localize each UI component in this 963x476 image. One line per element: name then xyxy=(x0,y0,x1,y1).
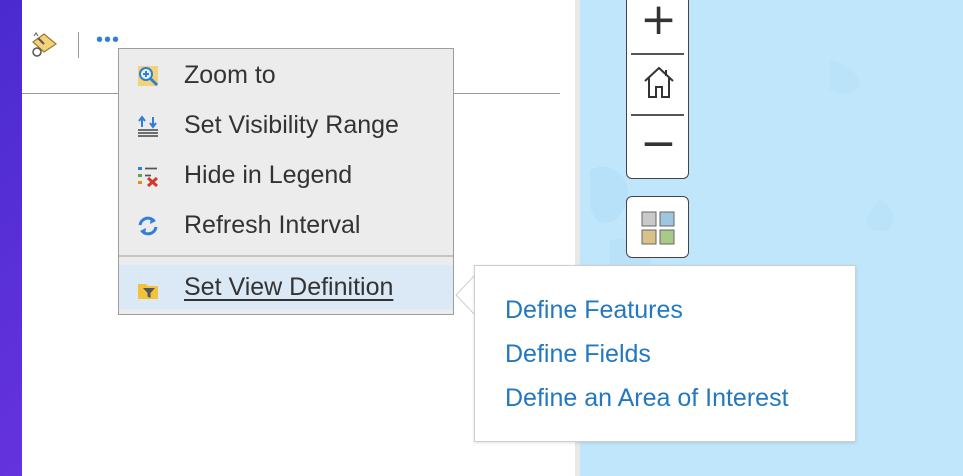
menu-item-refresh-interval[interactable]: Refresh Interval xyxy=(119,203,453,247)
refresh-icon xyxy=(137,215,159,237)
menu-item-set-view-definition[interactable]: Set View Definition xyxy=(119,265,453,309)
zoom-in-button[interactable]: + xyxy=(627,0,690,52)
menu-separator xyxy=(119,255,453,257)
menu-item-label: Zoom to xyxy=(184,60,276,89)
view-definition-submenu: Define Features Define Fields Define an … xyxy=(474,265,856,442)
submenu-item-define-features[interactable]: Define Features xyxy=(505,296,683,325)
minus-icon: − xyxy=(640,118,677,169)
zoom-control: + − xyxy=(626,0,689,179)
zoom-out-button[interactable]: − xyxy=(627,116,690,176)
more-options-button[interactable]: ••• xyxy=(96,30,120,50)
menu-item-label: Refresh Interval xyxy=(184,210,361,239)
layer-context-menu: Zoom to Set Visibility Range Hide in Leg… xyxy=(118,48,454,315)
toolbar-separator xyxy=(78,32,79,58)
basemap-icon xyxy=(641,211,675,245)
zoom-to-icon xyxy=(137,65,159,87)
submenu-item-define-fields[interactable]: Define Fields xyxy=(505,340,651,369)
home-button[interactable] xyxy=(627,58,690,112)
menu-item-label: Hide in Legend xyxy=(184,160,353,189)
submenu-item-define-area-of-interest[interactable]: Define an Area of Interest xyxy=(505,384,789,413)
layer-style-icon[interactable] xyxy=(30,28,58,58)
menu-item-label: Set Visibility Range xyxy=(184,110,399,139)
basemap-gallery-button[interactable] xyxy=(626,196,689,258)
plus-icon: + xyxy=(640,0,677,45)
zoom-divider xyxy=(631,53,684,55)
home-icon xyxy=(643,66,674,98)
menu-item-hide-in-legend[interactable]: Hide in Legend xyxy=(119,153,453,197)
hide-legend-icon xyxy=(137,165,159,188)
menu-item-set-visibility-range[interactable]: Set Visibility Range xyxy=(119,103,453,147)
menu-item-label: Set View Definition xyxy=(184,272,394,301)
view-definition-icon xyxy=(137,279,159,301)
visibility-range-icon xyxy=(137,115,159,137)
menu-item-zoom-to[interactable]: Zoom to xyxy=(119,53,453,97)
